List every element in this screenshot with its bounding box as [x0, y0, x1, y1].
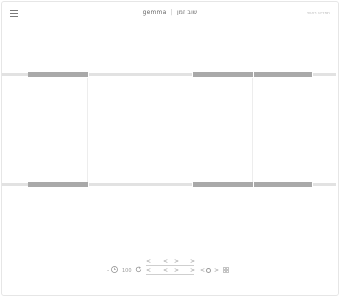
column-divider — [87, 78, 88, 182]
column-divider — [252, 78, 253, 182]
small-prev-button[interactable]: < — [200, 267, 205, 274]
main-menu-link[interactable]: תפריט ראשי — [307, 10, 330, 15]
prev-page-button[interactable]: < — [146, 267, 151, 274]
title-left: gemma — [142, 9, 167, 16]
track-segment-light — [313, 183, 336, 186]
next-page-button[interactable]: > — [174, 267, 179, 274]
app-frame — [1, 1, 339, 296]
playback-controls: < < > > - 100 < < > > < > — [105, 258, 245, 278]
next-button-2[interactable]: > — [190, 267, 195, 274]
title-right: שוב זמן — [176, 9, 198, 16]
next-button[interactable]: > — [190, 258, 195, 265]
track-segment-light — [89, 183, 192, 186]
refresh-icon[interactable] — [135, 266, 142, 275]
track-segment-dark[interactable] — [28, 182, 88, 187]
speed-value: 100 — [122, 268, 132, 274]
track-segment-dark[interactable] — [254, 72, 312, 77]
prev-page-button-2[interactable]: < — [163, 267, 168, 274]
track-segment-light — [89, 73, 192, 76]
title-separator: | — [170, 9, 173, 16]
small-next-button[interactable]: > — [214, 267, 219, 274]
circle-icon[interactable] — [206, 268, 211, 273]
bottom-track-band — [2, 182, 336, 187]
scrub-line — [146, 265, 194, 266]
track-segment-dark[interactable] — [28, 72, 88, 77]
top-track-band — [2, 72, 336, 77]
zoom-out-button[interactable]: - — [107, 267, 109, 274]
track-segment-light — [313, 73, 336, 76]
track-segment-dark[interactable] — [193, 72, 253, 77]
prev-button[interactable]: < — [146, 258, 151, 265]
grid-icon[interactable] — [223, 267, 229, 275]
menu-icon[interactable] — [10, 10, 18, 17]
track-segment-light — [2, 73, 28, 76]
track-segment-dark[interactable] — [193, 182, 253, 187]
next-button[interactable]: > — [174, 258, 179, 265]
page-title: gemma | שוב זמן — [110, 9, 230, 16]
track-segment-dark[interactable] — [254, 182, 312, 187]
scrub-line-2 — [146, 274, 194, 275]
prev-button[interactable]: < — [163, 258, 168, 265]
clock-icon[interactable] — [111, 266, 118, 275]
track-segment-light — [2, 183, 28, 186]
